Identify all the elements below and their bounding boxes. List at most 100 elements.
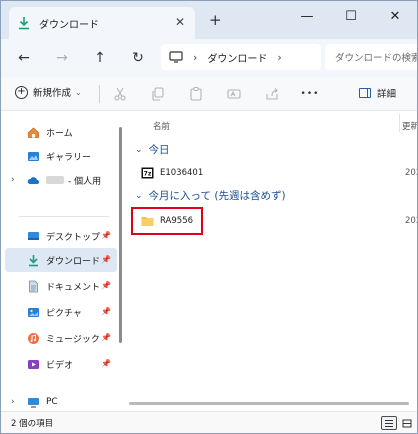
title-bar: ダウンロード ✕ + — ☐ ✕ (1, 1, 417, 39)
pin-icon[interactable]: 📌 (101, 255, 111, 264)
file-name: E1036401 (160, 168, 204, 178)
status-bar: 2 個の項目 (1, 411, 417, 433)
search-input[interactable]: ダウンロードの検索 (325, 44, 417, 70)
details-pane-icon (359, 88, 371, 98)
column-header-modified[interactable]: 更新 (402, 120, 417, 132)
onedrive-cloud-icon (27, 176, 39, 184)
new-button-label: 新規作成 (33, 88, 72, 99)
details-view-icon[interactable] (381, 416, 397, 430)
chevron-down-icon: ⌄ (135, 190, 143, 201)
7z-archive-icon: 7z (141, 167, 154, 179)
forward-button[interactable]: → (49, 45, 75, 71)
redacted-account-name (46, 176, 64, 184)
more-options-icon[interactable]: ••• (301, 85, 319, 103)
pin-icon[interactable]: 📌 (101, 231, 111, 240)
navigation-bar: ← → ↑ ↻ › ダウンロード › ダウンロードの検索 (1, 39, 417, 77)
sidebar-item-desktop[interactable]: デスクトップ 📌 (5, 224, 117, 248)
sidebar-divider (19, 216, 109, 217)
file-date-modified: 202 (405, 216, 417, 226)
tab-close-icon[interactable]: ✕ (173, 15, 187, 29)
file-explorer-window: ダウンロード ✕ + — ☐ ✕ ← → ↑ ↻ › ダウンロード › ダウンロ… (0, 0, 418, 434)
command-bar: + 新規作成 ⌄ ••• 詳細 (1, 77, 417, 111)
tab-label: ダウンロード (39, 19, 99, 31)
close-button[interactable]: ✕ (373, 1, 417, 31)
copy-icon[interactable] (149, 85, 167, 103)
file-date-modified: 202 (405, 168, 417, 178)
rename-icon[interactable] (225, 85, 243, 103)
sidebar-item-home[interactable]: ホーム (5, 120, 117, 144)
sidebar-item-label: デスクトップ (46, 232, 101, 243)
videos-icon (28, 359, 39, 369)
sidebar-item-label: ミュージック (46, 334, 100, 345)
refresh-button[interactable]: ↻ (125, 45, 151, 71)
pc-icon (28, 397, 39, 408)
navigation-pane: ホーム ギャラリー › - 個人用 デスクトップ 📌 ダウンロード 📌 ドキュメ… (1, 112, 119, 410)
item-count: 2 個の項目 (11, 419, 54, 429)
sidebar-item-label: ピクチャ (46, 308, 82, 319)
details-label: 詳細 (377, 89, 397, 100)
monitor-icon (169, 51, 183, 63)
column-header-name[interactable]: 名前 (153, 120, 170, 132)
expand-chevron-icon[interactable]: › (11, 175, 15, 185)
pin-icon[interactable]: 📌 (101, 307, 111, 316)
new-button[interactable]: + 新規作成 ⌄ (15, 85, 82, 99)
minimize-button[interactable]: — (285, 1, 329, 31)
tiles-view-icon[interactable] (399, 416, 415, 430)
new-tab-button[interactable]: + (209, 11, 222, 29)
sidebar-item-onedrive[interactable]: › - 個人用 (5, 168, 117, 192)
group-label: 今月に入って (先週は含めず) (148, 190, 286, 202)
documents-icon (29, 280, 38, 292)
cut-icon[interactable] (111, 85, 129, 103)
sidebar-item-documents[interactable]: ドキュメント 📌 (5, 274, 117, 298)
breadcrumb-downloads[interactable]: ダウンロード (207, 50, 267, 65)
svg-text:7z: 7z (144, 171, 152, 178)
highlight-box (131, 207, 203, 235)
sidebar-item-label: ビデオ (46, 360, 74, 371)
navigation-pane-scrollbar[interactable] (119, 127, 122, 343)
pictures-icon (28, 307, 39, 317)
sidebar-item-downloads[interactable]: ダウンロード 📌 (5, 248, 117, 272)
breadcrumb-separator[interactable]: › (193, 51, 197, 64)
horizontal-scrollbar[interactable] (129, 402, 409, 405)
pin-icon[interactable]: 📌 (101, 281, 111, 290)
up-button[interactable]: ↑ (87, 45, 113, 71)
sidebar-item-videos[interactable]: ビデオ 📌 (5, 352, 117, 376)
chevron-down-icon: ⌄ (75, 87, 82, 97)
download-icon (19, 17, 29, 30)
music-icon (28, 332, 39, 344)
group-header-today[interactable]: ⌄ 今日 (135, 142, 170, 157)
sidebar-item-music[interactable]: ミュージック 📌 (5, 326, 117, 350)
sidebar-item-label: PC (46, 397, 58, 407)
plus-icon: + (15, 85, 28, 99)
group-label: 今日 (148, 144, 170, 156)
chevron-down-icon: ⌄ (135, 144, 143, 155)
back-button[interactable]: ← (11, 45, 37, 71)
download-icon (29, 254, 38, 266)
file-row[interactable]: 7z E1036401 (141, 162, 405, 184)
home-icon (28, 126, 39, 138)
sidebar-item-label: ギャラリー (46, 152, 92, 163)
column-divider[interactable] (399, 114, 400, 132)
pin-icon[interactable]: 📌 (101, 359, 111, 368)
sidebar-item-pictures[interactable]: ピクチャ 📌 (5, 300, 117, 324)
desktop-icon (28, 231, 39, 240)
gallery-icon (28, 151, 39, 161)
sidebar-item-label: ダウンロード (46, 256, 101, 267)
breadcrumb-end-chevron[interactable]: › (277, 51, 281, 64)
details-pane-button[interactable]: 詳細 (359, 86, 396, 100)
group-header-this-month[interactable]: ⌄ 今月に入って (先週は含めず) (135, 188, 286, 203)
share-icon[interactable] (263, 85, 281, 103)
expand-chevron-icon[interactable]: › (11, 397, 15, 407)
file-list: 名前 更新 ⌄ 今日 7z E1036401 202 ⌄ 今月に入って (先週は… (129, 112, 417, 410)
paste-icon[interactable] (187, 85, 205, 103)
toolbar-divider (99, 85, 100, 103)
pin-icon[interactable]: 📌 (101, 333, 111, 342)
sidebar-item-label: ホーム (46, 128, 73, 139)
sidebar-item-gallery[interactable]: ギャラリー (5, 144, 117, 168)
sidebar-item-label: - 個人用 (68, 176, 102, 187)
sidebar-item-label: ドキュメント (46, 282, 101, 293)
tab-downloads[interactable]: ダウンロード ✕ (9, 7, 195, 39)
maximize-button[interactable]: ☐ (329, 1, 373, 31)
address-bar[interactable]: › ダウンロード › (161, 44, 321, 70)
sidebar-item-pc[interactable]: › PC (5, 394, 117, 410)
